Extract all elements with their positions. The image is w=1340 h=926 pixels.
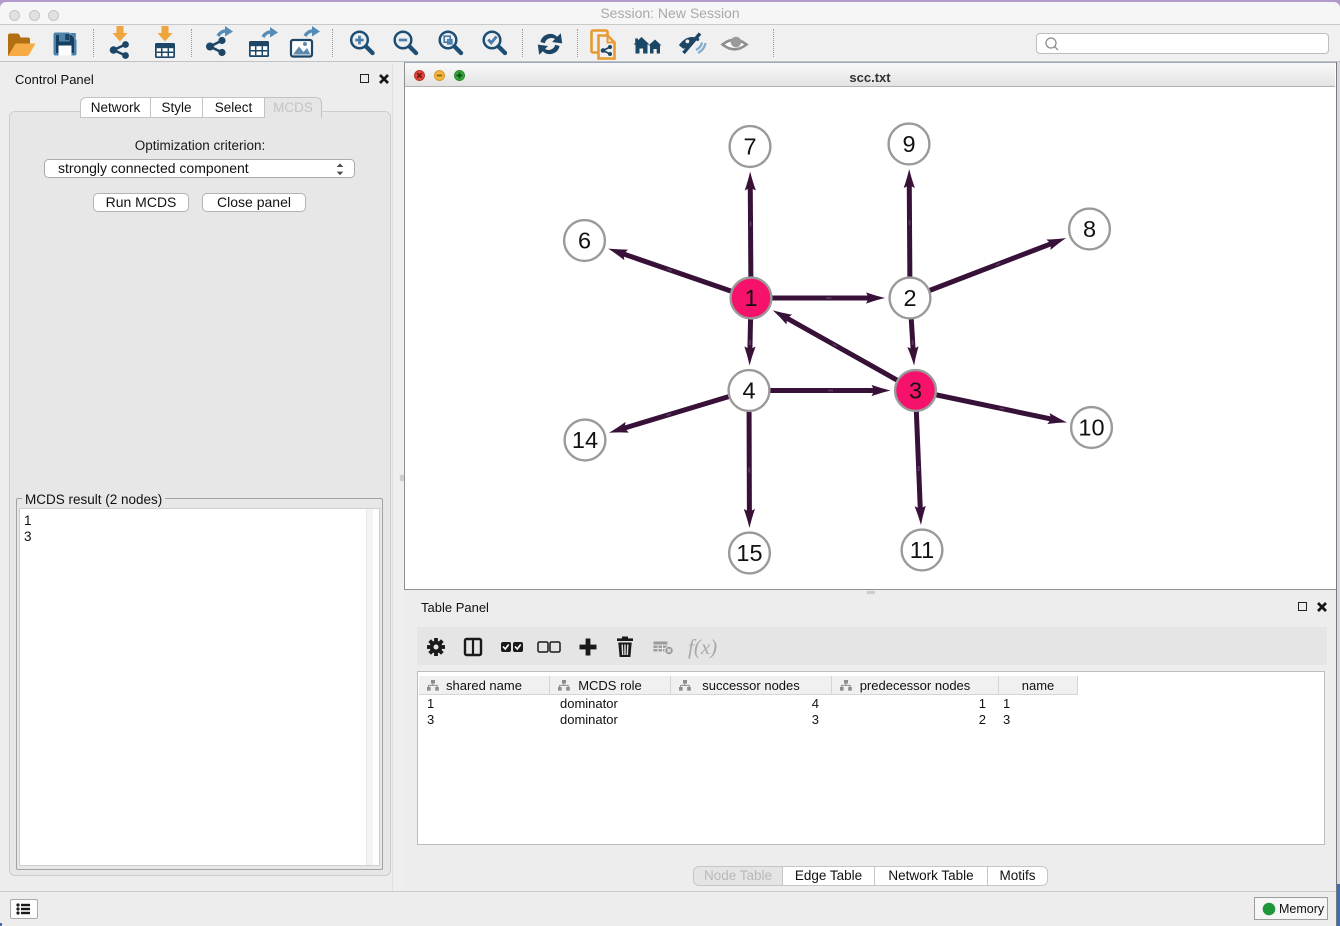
svg-text:9: 9 xyxy=(902,131,915,157)
svg-text:10: 10 xyxy=(1078,415,1104,441)
svg-text:6: 6 xyxy=(578,228,591,254)
svg-text:2: 2 xyxy=(903,285,916,311)
svg-text:1: 1 xyxy=(744,285,757,311)
svg-text:14: 14 xyxy=(572,427,598,453)
svg-text:3: 3 xyxy=(909,378,922,404)
svg-text:11: 11 xyxy=(910,537,934,563)
svg-text:15: 15 xyxy=(736,540,762,566)
svg-text:4: 4 xyxy=(742,378,755,404)
svg-text:f(x): f(x) xyxy=(688,635,717,659)
svg-text:8: 8 xyxy=(1083,216,1096,242)
svg-text:7: 7 xyxy=(743,134,756,160)
